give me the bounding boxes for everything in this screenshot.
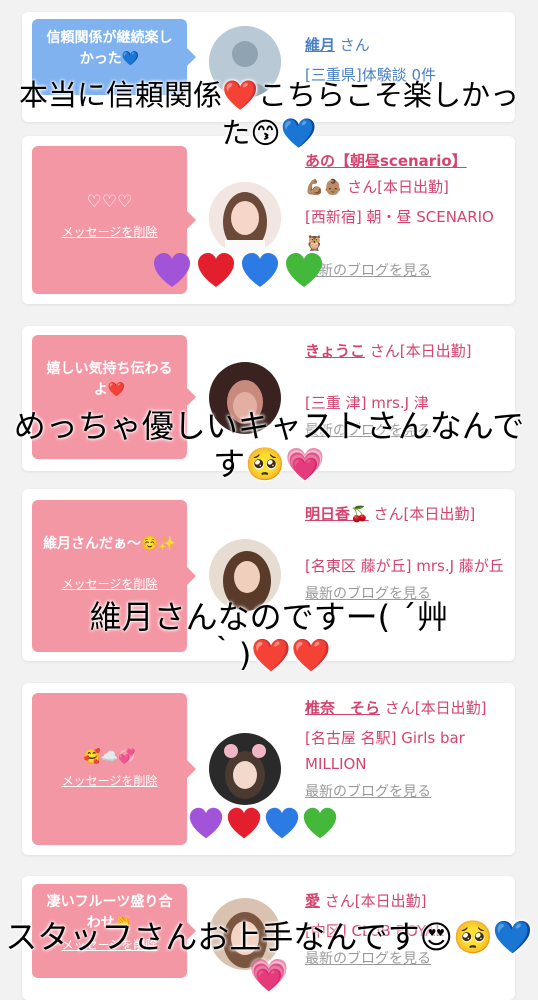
caption-overlay-3: 維月さんなのですー( ´艸｀)❤️❤️ <box>89 598 449 674</box>
status-label: さん[本日出勤] <box>324 892 427 910</box>
bubble-text: ♡♡♡ <box>86 192 133 212</box>
shop-label[interactable]: [名古屋 名駅] Girls bar MILLION <box>305 725 510 777</box>
delete-message-link[interactable]: メッセージを削除 <box>40 223 179 240</box>
red-heart-icon <box>196 251 236 291</box>
bubble-text: 信頼関係が継続楽しかった💙 <box>46 30 173 67</box>
shop-label[interactable]: [名東区 藤が丘] mrs.J 藤が丘 <box>305 553 510 579</box>
red-heart-icon <box>226 806 262 842</box>
message-bubble: 🥰☁️💞 メッセージを削除 <box>32 693 196 845</box>
cast-name-link[interactable]: きょうこ <box>305 342 365 360</box>
caption-overlay-2: めっちゃ優しいキャストさんなんです🥺💗 <box>13 407 525 483</box>
purple-heart-icon <box>152 251 192 291</box>
blue-heart-icon <box>240 251 280 291</box>
cast-name-link[interactable]: 愛 <box>305 892 320 910</box>
heart-row-1 <box>152 251 324 291</box>
cast-name-link[interactable]: 椎奈 そら <box>305 699 380 717</box>
cast-name-link[interactable]: あの【朝昼scenario】 <box>305 152 467 170</box>
bubble-text: 嬉しい気持ち伝わるよ❤️ <box>46 361 173 398</box>
purple-heart-icon <box>188 806 224 842</box>
status-label: さん[本日出勤] <box>373 505 476 523</box>
blue-heart-icon <box>264 806 300 842</box>
status-label: 💪🏽👶🏽 さん[本日出勤] <box>305 178 449 196</box>
green-heart-icon <box>284 251 324 291</box>
status-label: さん[本日出勤] <box>384 699 487 717</box>
shop-label[interactable]: [西新宿] 朝・昼 SCENARIO🦉 <box>305 204 510 256</box>
profile-photo <box>209 733 281 805</box>
blog-link[interactable]: 最新のブログを見る <box>305 258 510 284</box>
bubble-text: 維月さんだぁ〜☺️✨ <box>43 536 176 552</box>
avatar[interactable] <box>209 182 281 254</box>
cast-name-link[interactable]: 維月 <box>305 36 335 54</box>
blog-link[interactable]: 最新のブログを見る <box>305 779 510 805</box>
delete-message-link[interactable]: メッセージを削除 <box>40 575 179 592</box>
profile-photo <box>209 182 281 254</box>
cast-name-link[interactable]: 明日香🍒 <box>305 505 369 523</box>
caption-overlay-1: 本当に信頼関係❤️こちらこそ楽しかった😙💙 <box>18 78 520 150</box>
bubble-text: 🥰☁️💞 <box>83 749 136 765</box>
avatar[interactable] <box>209 733 281 805</box>
san-label: さん <box>339 36 370 54</box>
delete-message-link[interactable]: メッセージを削除 <box>40 772 179 789</box>
heart-row-2 <box>188 806 338 842</box>
caption-overlay-4: スタッフさんお上手なんです😍🥺💙💗 <box>5 918 533 994</box>
status-label: さん[本日出勤] <box>369 342 472 360</box>
green-heart-icon <box>302 806 338 842</box>
